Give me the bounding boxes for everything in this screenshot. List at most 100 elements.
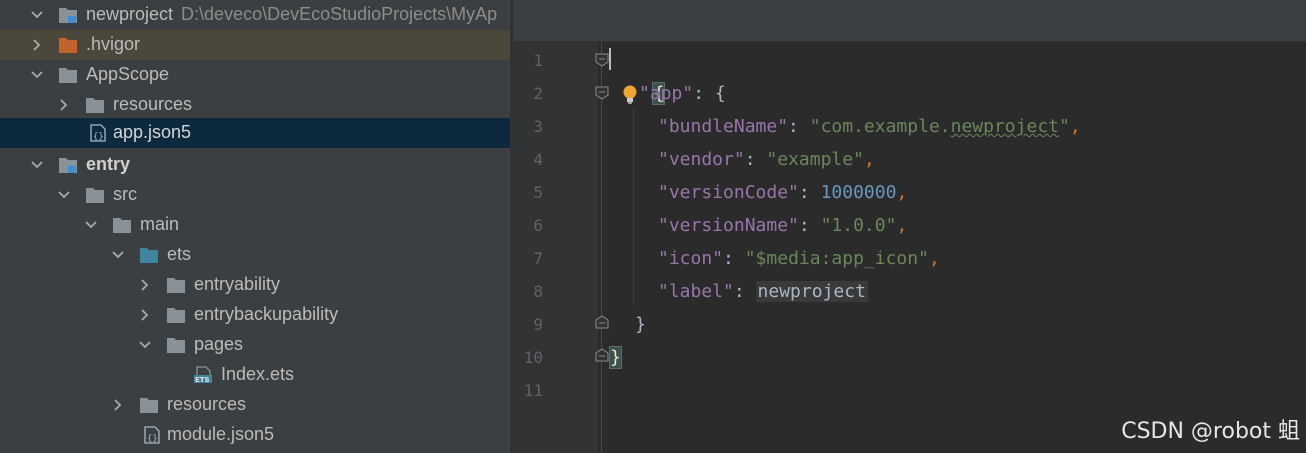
tree-item-label: main [140, 214, 180, 234]
tree-item-label: resources [167, 394, 247, 414]
chevron-down-icon[interactable] [30, 8, 44, 22]
folder-icon [85, 186, 105, 204]
code-punct: : { [693, 83, 726, 104]
code-line-7: "icon": "$media:app_icon", [658, 242, 940, 275]
code-line-9: } [635, 308, 646, 341]
code-key: "icon" [658, 248, 724, 269]
folder-icon [166, 276, 186, 294]
code-value-highlighted: newproject [755, 281, 868, 302]
project-tree-panel: newproject D:\deveco\DevEcoStudioProjects… [0, 0, 510, 453]
tree-item-appscope[interactable]: AppScope [0, 60, 510, 90]
tree-item-label: module.json5 [167, 424, 275, 444]
code-line-6: "versionName": "1.0.0", [658, 209, 907, 242]
fold-end-icon[interactable] [595, 348, 609, 362]
fold-collapse-icon[interactable] [595, 53, 609, 67]
code-punct: : [788, 116, 810, 137]
code-punct: : [723, 248, 745, 269]
svg-text:ETS: ETS [195, 376, 210, 384]
code-line-10: } [609, 341, 622, 374]
fold-guide-line [601, 42, 602, 453]
line-number: 5 [533, 183, 543, 202]
code-key: "vendor" [658, 149, 745, 170]
chevron-down-icon[interactable] [111, 248, 125, 262]
code-comma: , [863, 149, 875, 170]
line-number: 1 [533, 51, 543, 70]
folder-icon [166, 306, 186, 324]
code-line-4: "vendor": "example", [658, 143, 875, 176]
ets-file-icon: ETS [193, 366, 213, 384]
code-key: "app" [639, 83, 694, 104]
chevron-right-icon[interactable] [111, 398, 125, 412]
module-folder-icon [58, 6, 78, 24]
chevron-right-icon[interactable] [138, 308, 152, 322]
chevron-down-icon[interactable] [57, 188, 71, 202]
code-key: "bundleName" [658, 116, 789, 137]
svg-text:{}: {} [147, 434, 158, 444]
tree-item-label: entryability [194, 274, 281, 294]
tree-item-main[interactable]: main [0, 210, 510, 240]
code-key: "versionName" [658, 215, 799, 236]
code-string: "$media:app_icon" [744, 248, 929, 269]
code-line-8: "label": newproject [658, 275, 868, 308]
code-string: "com.example. [809, 116, 951, 137]
tree-item-entry[interactable]: entry [0, 150, 510, 180]
chevron-right-icon[interactable] [138, 278, 152, 292]
code-string: "1.0.0" [820, 215, 897, 236]
code-comma: , [928, 248, 940, 269]
watermark-text: CSDN @robot 蛆 [1121, 419, 1300, 444]
folder-icon [112, 216, 132, 234]
chevron-down-icon[interactable] [138, 338, 152, 352]
line-number: 6 [533, 216, 543, 235]
code-comma: , [896, 215, 908, 236]
tree-item-label: AppScope [86, 64, 170, 84]
line-number: 7 [533, 249, 543, 268]
code-editor[interactable]: 1 2 3 4 5 6 7 8 9 10 11 { "app": { "bund… [513, 0, 1306, 453]
code-line-1: { [610, 44, 666, 105]
line-number: 3 [533, 117, 543, 136]
tree-item-src[interactable]: src [0, 180, 510, 210]
line-number: 11 [523, 381, 543, 400]
tree-item-pages[interactable]: pages [0, 330, 510, 360]
tree-item-app-json5[interactable]: {} app.json5 [0, 118, 510, 148]
tree-item-label: entrybackupability [194, 304, 339, 324]
tree-item-label: src [113, 184, 137, 204]
line-number: 2 [533, 84, 543, 103]
folder-icon [166, 336, 186, 354]
excluded-folder-icon [58, 36, 78, 54]
tree-item-module-json5[interactable]: {} module.json5 [0, 420, 510, 450]
chevron-right-icon[interactable] [57, 98, 71, 112]
fold-end-icon[interactable] [595, 315, 609, 329]
source-folder-icon [139, 246, 159, 264]
tree-root-path: D:\deveco\DevEcoStudioProjects\MyAp [181, 4, 498, 24]
editor-tab-bar [513, 0, 1306, 42]
tree-item-index-ets[interactable]: ETS Index.ets [0, 360, 510, 390]
tree-item-label: ets [167, 244, 192, 264]
tree-item-newproject[interactable]: newproject D:\deveco\DevEcoStudioProjects… [0, 0, 510, 30]
code-brace: } [635, 314, 646, 335]
tree-item-entrybackupability[interactable]: entrybackupability [0, 300, 510, 330]
chevron-down-icon[interactable] [30, 68, 44, 82]
code-brace: } [609, 346, 622, 369]
tree-item-hvigor[interactable]: .hvigor [0, 30, 510, 60]
module-folder-icon [58, 156, 78, 174]
tree-item-main-resources[interactable]: resources [0, 390, 510, 420]
folder-icon [139, 396, 159, 414]
line-number: 9 [533, 315, 543, 334]
chevron-right-icon[interactable] [30, 38, 44, 52]
chevron-down-icon[interactable] [84, 218, 98, 232]
svg-text:{}: {} [93, 132, 104, 142]
code-line-2: "app": { [639, 77, 726, 110]
tree-item-label: resources [113, 94, 193, 114]
tree-item-entryability[interactable]: entryability [0, 270, 510, 300]
tree-item-ets[interactable]: ets [0, 240, 510, 270]
fold-collapse-icon[interactable] [595, 86, 609, 100]
line-number: 4 [533, 150, 543, 169]
code-line-3: "bundleName": "com.example.newproject", [658, 110, 1081, 143]
tree-item-label: Index.ets [221, 364, 295, 384]
tree-item-appscope-resources[interactable]: resources [0, 90, 510, 120]
code-string: "example" [766, 149, 864, 170]
code-punct: : [733, 281, 756, 302]
code-key: "versionCode" [658, 182, 799, 203]
chevron-down-icon[interactable] [30, 158, 44, 172]
code-string: " [1059, 116, 1070, 137]
